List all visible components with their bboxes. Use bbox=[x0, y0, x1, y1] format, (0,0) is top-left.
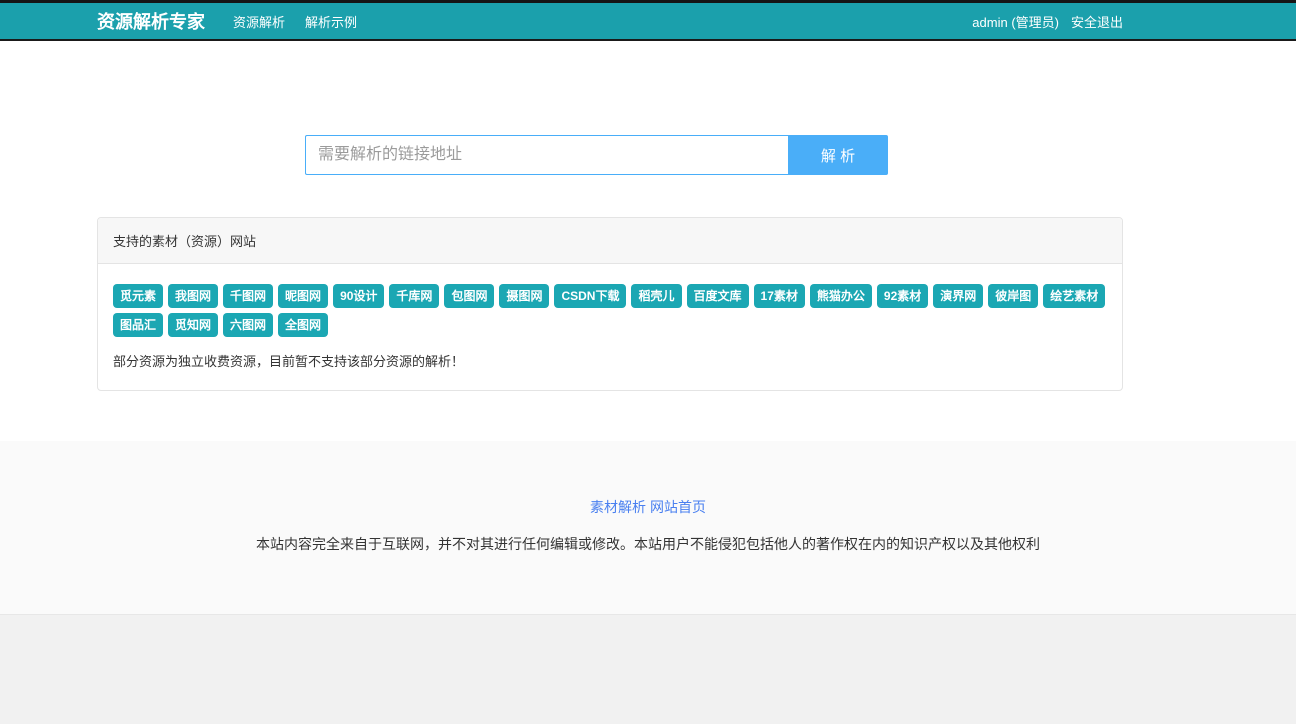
site-badge: 绘艺素材 bbox=[1043, 284, 1105, 308]
brand-title[interactable]: 资源解析专家 bbox=[97, 8, 205, 34]
site-badge: 全图网 bbox=[278, 313, 328, 337]
site-badge: 92素材 bbox=[877, 284, 928, 308]
main-content: 解 析 支持的素材（资源）网站 觅元素我图网千图网昵图网90设计千库网包图网摄图… bbox=[97, 135, 1123, 391]
site-badge: 千图网 bbox=[223, 284, 273, 308]
site-badge: 演界网 bbox=[933, 284, 983, 308]
site-badge: 六图网 bbox=[223, 313, 273, 337]
navbar: 资源解析专家 资源解析 解析示例 admin (管理员) 安全退出 bbox=[0, 0, 1296, 41]
parse-button[interactable]: 解 析 bbox=[788, 135, 888, 175]
footer: 素材解析网站首页 本站内容完全来自于互联网，并不对其进行任何编辑或修改。本站用户… bbox=[0, 441, 1296, 614]
site-badge: 摄图网 bbox=[499, 284, 549, 308]
footer-link[interactable]: 网站首页 bbox=[650, 499, 706, 515]
main-nav: 资源解析 解析示例 bbox=[233, 12, 357, 31]
user-label[interactable]: admin (管理员) bbox=[972, 12, 1059, 31]
disclaimer-text: 本站内容完全来自于互联网，并不对其进行任何编辑或修改。本站用户不能侵犯包括他人的… bbox=[0, 534, 1296, 554]
site-badge: 觅元素 bbox=[113, 284, 163, 308]
footer-link[interactable]: 素材解析 bbox=[590, 499, 646, 515]
supported-sites-panel: 支持的素材（资源）网站 觅元素我图网千图网昵图网90设计千库网包图网摄图网CSD… bbox=[97, 217, 1123, 391]
site-badge: 千库网 bbox=[389, 284, 439, 308]
nav-item[interactable]: 资源解析 bbox=[233, 12, 285, 31]
site-badge: CSDN下载 bbox=[554, 284, 626, 308]
site-badge: 觅知网 bbox=[168, 313, 218, 337]
site-badge: 我图网 bbox=[168, 284, 218, 308]
user-nav: admin (管理员) 安全退出 bbox=[972, 12, 1123, 31]
site-badge: 熊猫办公 bbox=[810, 284, 872, 308]
site-badge: 昵图网 bbox=[278, 284, 328, 308]
footer-links: 素材解析网站首页 bbox=[0, 497, 1296, 517]
site-badge: 图品汇 bbox=[113, 313, 163, 337]
site-badge: 稻壳儿 bbox=[631, 284, 681, 308]
panel-title: 支持的素材（资源）网站 bbox=[98, 218, 1122, 264]
panel-body: 觅元素我图网千图网昵图网90设计千库网包图网摄图网CSDN下载稻壳儿百度文库17… bbox=[98, 264, 1122, 390]
site-badge: 90设计 bbox=[333, 284, 384, 308]
url-input[interactable] bbox=[305, 135, 788, 175]
site-badge: 包图网 bbox=[444, 284, 494, 308]
nav-item[interactable]: 解析示例 bbox=[305, 12, 357, 31]
parse-form: 解 析 bbox=[305, 135, 888, 175]
bottom-bar bbox=[0, 614, 1296, 724]
site-badge: 百度文库 bbox=[687, 284, 749, 308]
site-badge-list: 觅元素我图网千图网昵图网90设计千库网包图网摄图网CSDN下载稻壳儿百度文库17… bbox=[113, 284, 1107, 337]
logout-link[interactable]: 安全退出 bbox=[1071, 12, 1123, 31]
site-badge: 17素材 bbox=[754, 284, 805, 308]
fee-note: 部分资源为独立收费资源，目前暂不支持该部分资源的解析！ bbox=[113, 351, 1107, 370]
site-badge: 彼岸图 bbox=[988, 284, 1038, 308]
